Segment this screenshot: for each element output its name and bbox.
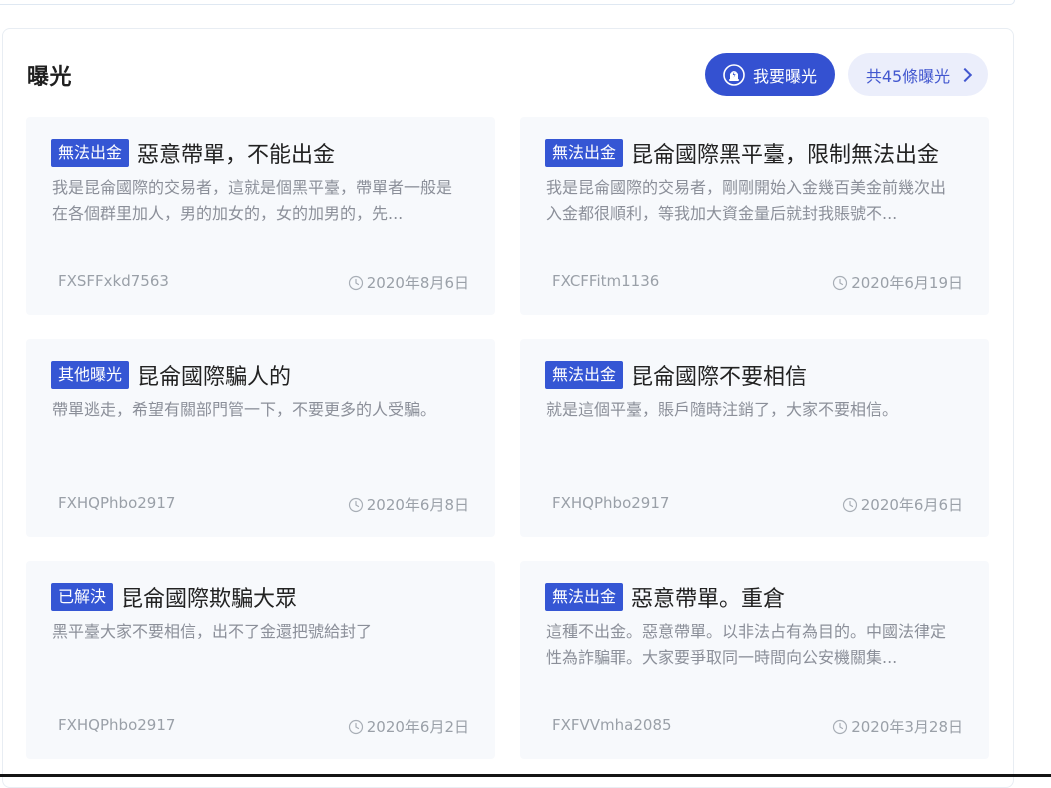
exposure-card[interactable]: 其他曝光 昆侖國際騙人的帶單逃走，希望有關部門管一下，不要更多的人受騙。 FXHQP… [26, 339, 495, 537]
expose-button[interactable]: 我要曝光 [705, 53, 835, 96]
card-header: 無法出金 惡意帶單，不能出金 [51, 137, 475, 169]
exposure-card[interactable]: 無法出金 昆侖國際黑平臺，限制無法出金我是昆侖國際的交易者，剛剛開始入金幾百美金前… [520, 117, 989, 315]
card-username: FXCFFitm1136 [552, 272, 660, 290]
exposure-card[interactable]: 無法出金 惡意帶單。重倉這種不出金。惡意帶單。以非法占有為目的。中國法律定性為詐騙… [520, 561, 989, 759]
status-tag: 其他曝光 [51, 361, 130, 389]
card-title[interactable]: 昆侖國際騙人的 [137, 359, 291, 391]
card-username: FXFVVmha2085 [552, 716, 672, 734]
card-header: 已解決 昆侖國際欺騙大眾 [51, 581, 475, 613]
card-description: 就是這個平臺，賬戶隨時注銷了，大家不要相信。 [546, 400, 899, 419]
card-date-wrapper: 2020年6月8日 [348, 494, 469, 515]
card-date-wrapper: 2020年8月6日 [348, 272, 469, 293]
card-description: 黑平臺大家不要相信，出不了金還把號給封了 [52, 622, 373, 641]
clock-icon [842, 497, 857, 512]
card-header: 無法出金 惡意帶單。重倉 [545, 581, 969, 613]
clock-icon [833, 275, 848, 290]
card-date-wrapper: 2020年6月6日 [842, 494, 963, 515]
card-header: 無法出金 昆侖國際黑平臺，限制無法出金 [545, 137, 969, 169]
card-title[interactable]: 昆侖國際黑平臺，限制無法出金 [631, 137, 939, 169]
card-title[interactable]: 惡意帶單。重倉 [631, 581, 785, 613]
chevron-right-icon [958, 67, 973, 82]
card-username: FXHQPhbo2917 [58, 716, 176, 734]
status-tag: 已解決 [51, 583, 114, 611]
card-date-wrapper: 2020年6月19日 [832, 272, 963, 293]
clock-icon [348, 719, 363, 734]
status-tag: 無法出金 [51, 139, 130, 167]
card-title[interactable]: 昆侖國際不要相信 [631, 359, 807, 391]
card-date: 2020年6月6日 [860, 496, 963, 514]
card-title[interactable]: 惡意帶單，不能出金 [137, 137, 335, 169]
card-date-wrapper: 2020年3月28日 [832, 716, 963, 737]
card-header: 其他曝光 昆侖國際騙人的 [51, 359, 475, 391]
exposure-card[interactable]: 無法出金 昆侖國際不要相信就是這個平臺，賬戶隨時注銷了，大家不要相信。 FXHQPh… [520, 339, 989, 537]
card-date-wrapper: 2020年6月2日 [348, 716, 469, 737]
card-username: FXHQPhbo2917 [58, 494, 176, 512]
expose-button-label: 我要曝光 [752, 66, 817, 86]
card-date: 2020年6月19日 [851, 274, 963, 292]
card-description: 這種不出金。惡意帶單。以非法占有為目的。中國法律定性為詐騙罪。大家要爭取同一時間… [546, 622, 947, 667]
total-exposures-label: 共45條曝光 [865, 66, 951, 86]
status-tag: 無法出金 [545, 139, 624, 167]
status-tag: 無法出金 [545, 583, 624, 611]
exposure-card[interactable]: 無法出金 惡意帶單，不能出金我是昆侖國際的交易者，這就是個黑平臺，帶單者一般是在各… [26, 117, 495, 315]
clock-icon [833, 719, 848, 734]
card-date: 2020年6月2日 [366, 718, 469, 736]
card-username: FXSFFxkd7563 [58, 272, 169, 290]
card-description: 我是昆侖國際的交易者，這就是個黑平臺，帶單者一般是在各個群里加人，男的加女的，女… [52, 178, 453, 223]
alarm-light-icon [723, 63, 745, 86]
card-date: 2020年6月8日 [366, 496, 469, 514]
card-description: 帶單逃走，希望有關部門管一下，不要更多的人受騙。 [52, 400, 437, 419]
card-date: 2020年3月28日 [851, 718, 963, 736]
total-exposures-button[interactable]: 共45條曝光 [848, 53, 988, 96]
clock-icon [348, 497, 363, 512]
exposure-card[interactable]: 已解決 昆侖國際欺騙大眾黑平臺大家不要相信，出不了金還把號給封了 FXHQPhbo2… [26, 561, 495, 759]
status-tag: 無法出金 [545, 361, 624, 389]
card-username: FXHQPhbo2917 [552, 494, 670, 512]
previous-section-edge [0, 0, 1015, 5]
clock-icon [348, 275, 363, 290]
card-header: 無法出金 昆侖國際不要相信 [545, 359, 969, 391]
card-description: 我是昆侖國際的交易者，剛剛開始入金幾百美金前幾次出入金都很順利，等我加大資金量后… [546, 178, 947, 223]
section-title: 曝光 [27, 65, 73, 90]
card-date: 2020年8月6日 [366, 274, 469, 292]
card-title[interactable]: 昆侖國際欺騙大眾 [121, 581, 297, 613]
